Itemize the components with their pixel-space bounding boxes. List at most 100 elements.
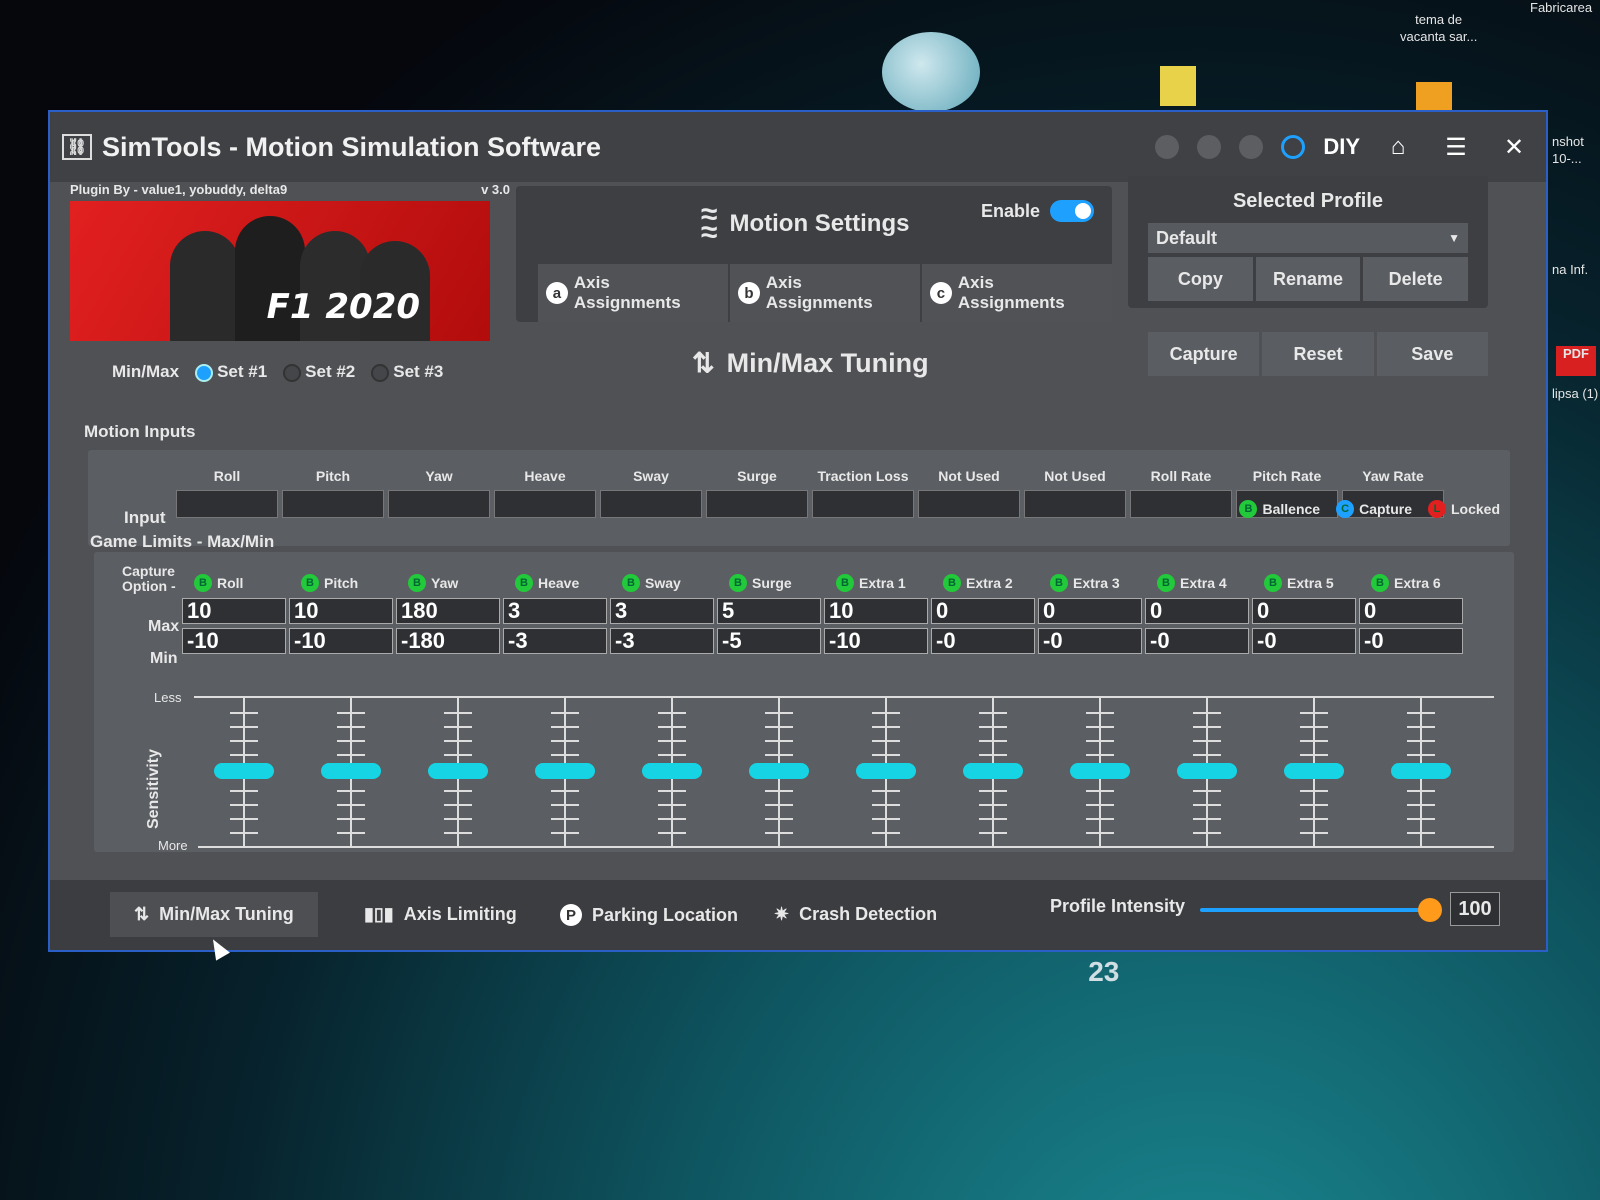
balance-badge-icon[interactable]: B bbox=[943, 574, 961, 592]
sensitivity-thumb[interactable] bbox=[1391, 763, 1451, 779]
balance-badge-icon[interactable]: B bbox=[622, 574, 640, 592]
sensitivity-thumb[interactable] bbox=[963, 763, 1023, 779]
sensitivity-slider[interactable] bbox=[1391, 698, 1451, 846]
sensitivity-slider[interactable] bbox=[1070, 698, 1130, 846]
balance-badge-icon[interactable]: B bbox=[1050, 574, 1068, 592]
desktop-icon-label[interactable]: na Inf. bbox=[1552, 262, 1588, 279]
tab-crash-detection[interactable]: ✷ Crash Detection bbox=[750, 892, 961, 937]
min-input[interactable]: -0 bbox=[1038, 628, 1142, 654]
desktop-icon-label[interactable]: nshot 10-... bbox=[1552, 134, 1584, 168]
profile-select[interactable]: Default ▼ bbox=[1148, 223, 1468, 253]
balance-badge-icon[interactable]: B bbox=[1371, 574, 1389, 592]
balance-badge-icon[interactable]: B bbox=[1157, 574, 1175, 592]
sensitivity-thumb[interactable] bbox=[1070, 763, 1130, 779]
min-input[interactable]: -10 bbox=[824, 628, 928, 654]
rename-button[interactable]: Rename bbox=[1255, 257, 1361, 301]
sensitivity-slider[interactable] bbox=[428, 698, 488, 846]
axis-assignments-b-button[interactable]: b Axis Assignments bbox=[730, 264, 920, 322]
min-input[interactable]: -0 bbox=[1145, 628, 1249, 654]
axis-assignments-a-button[interactable]: a Axis Assignments bbox=[538, 264, 728, 322]
min-input[interactable]: -0 bbox=[1359, 628, 1463, 654]
balance-badge-icon[interactable]: B bbox=[408, 574, 426, 592]
min-input[interactable]: -0 bbox=[1252, 628, 1356, 654]
sensitivity-slider[interactable] bbox=[856, 698, 916, 846]
menu-icon[interactable]: ☰ bbox=[1436, 133, 1476, 162]
desktop-icon-label[interactable]: Fabricarea bbox=[1530, 0, 1592, 17]
motion-input-field[interactable] bbox=[812, 490, 914, 518]
max-input[interactable]: 0 bbox=[1038, 598, 1142, 624]
motion-input-field[interactable] bbox=[388, 490, 490, 518]
tab-parking-location[interactable]: P Parking Location bbox=[536, 892, 762, 938]
max-input[interactable]: 0 bbox=[931, 598, 1035, 624]
min-input[interactable]: -3 bbox=[503, 628, 607, 654]
save-button[interactable]: Save bbox=[1376, 332, 1488, 376]
balance-badge-icon[interactable]: B bbox=[1264, 574, 1282, 592]
sensitivity-slider[interactable] bbox=[321, 698, 381, 846]
max-input[interactable]: 0 bbox=[1252, 598, 1356, 624]
power-icon[interactable] bbox=[1281, 135, 1306, 159]
capture-button[interactable]: Capture bbox=[1148, 332, 1260, 376]
pdf-icon[interactable]: PDF bbox=[1556, 346, 1596, 376]
sensitivity-thumb[interactable] bbox=[642, 763, 702, 779]
motion-input-field[interactable] bbox=[176, 490, 278, 518]
axis-assignments-c-button[interactable]: c Axis Assignments bbox=[922, 264, 1112, 322]
balance-badge-icon[interactable]: B bbox=[729, 574, 747, 592]
min-input[interactable]: -180 bbox=[396, 628, 500, 654]
sensitivity-thumb[interactable] bbox=[749, 763, 809, 779]
max-input[interactable]: 10 bbox=[824, 598, 928, 624]
motion-input-field[interactable] bbox=[282, 490, 384, 518]
set-1-radio[interactable]: Set #1 bbox=[195, 362, 267, 382]
min-input[interactable]: -5 bbox=[717, 628, 821, 654]
diy-button[interactable]: DIY bbox=[1323, 134, 1360, 160]
sensitivity-slider[interactable] bbox=[535, 698, 595, 846]
sensitivity-slider[interactable] bbox=[214, 698, 274, 846]
sensitivity-slider[interactable] bbox=[749, 698, 809, 846]
min-input[interactable]: -0 bbox=[931, 628, 1035, 654]
sensitivity-slider[interactable] bbox=[1177, 698, 1237, 846]
motion-input-field[interactable] bbox=[600, 490, 702, 518]
min-input[interactable]: -10 bbox=[182, 628, 286, 654]
home-icon[interactable]: ⌂ bbox=[1378, 133, 1418, 161]
profile-intensity-thumb[interactable] bbox=[1418, 898, 1442, 922]
sensitivity-slider[interactable] bbox=[963, 698, 1023, 846]
motion-input-field[interactable] bbox=[1130, 490, 1232, 518]
motion-input-field[interactable] bbox=[1024, 490, 1126, 518]
delete-button[interactable]: Delete bbox=[1363, 257, 1469, 301]
set-2-radio[interactable]: Set #2 bbox=[283, 362, 355, 382]
title-bar[interactable]: ⛓ SimTools - Motion Simulation Software … bbox=[50, 112, 1546, 182]
folder-icon[interactable] bbox=[1160, 66, 1196, 106]
sensitivity-thumb[interactable] bbox=[1284, 763, 1344, 779]
motion-input-field[interactable] bbox=[494, 490, 596, 518]
max-input[interactable]: 10 bbox=[182, 598, 286, 624]
sensitivity-thumb[interactable] bbox=[535, 763, 595, 779]
balance-badge-icon[interactable]: B bbox=[194, 574, 212, 592]
reset-button[interactable]: Reset bbox=[1262, 332, 1374, 376]
set-3-radio[interactable]: Set #3 bbox=[371, 362, 443, 382]
max-input[interactable]: 3 bbox=[610, 598, 714, 624]
max-input[interactable]: 10 bbox=[289, 598, 393, 624]
sensitivity-thumb[interactable] bbox=[214, 763, 274, 779]
max-input[interactable]: 3 bbox=[503, 598, 607, 624]
sensitivity-slider[interactable] bbox=[642, 698, 702, 846]
sensitivity-thumb[interactable] bbox=[428, 763, 488, 779]
sensitivity-thumb[interactable] bbox=[321, 763, 381, 779]
min-input[interactable]: -3 bbox=[610, 628, 714, 654]
enable-toggle[interactable] bbox=[1050, 200, 1094, 222]
balance-badge-icon[interactable]: B bbox=[836, 574, 854, 592]
motion-input-field[interactable] bbox=[706, 490, 808, 518]
desktop-icon-label[interactable]: lipsa (1) bbox=[1552, 386, 1598, 403]
profile-intensity-value[interactable]: 100 bbox=[1450, 892, 1500, 926]
tab-axis-limiting[interactable]: ▮▯▮ Axis Limiting bbox=[340, 892, 541, 937]
profile-intensity-track[interactable] bbox=[1200, 908, 1430, 912]
desktop-icon-label[interactable]: tema de vacanta sar... bbox=[1400, 12, 1477, 46]
max-input[interactable]: 5 bbox=[717, 598, 821, 624]
close-icon[interactable]: ✕ bbox=[1494, 133, 1534, 162]
max-input[interactable]: 0 bbox=[1145, 598, 1249, 624]
max-input[interactable]: 0 bbox=[1359, 598, 1463, 624]
sensitivity-thumb[interactable] bbox=[856, 763, 916, 779]
sensitivity-thumb[interactable] bbox=[1177, 763, 1237, 779]
balance-badge-icon[interactable]: B bbox=[301, 574, 319, 592]
motion-input-field[interactable] bbox=[918, 490, 1020, 518]
min-input[interactable]: -10 bbox=[289, 628, 393, 654]
max-input[interactable]: 180 bbox=[396, 598, 500, 624]
